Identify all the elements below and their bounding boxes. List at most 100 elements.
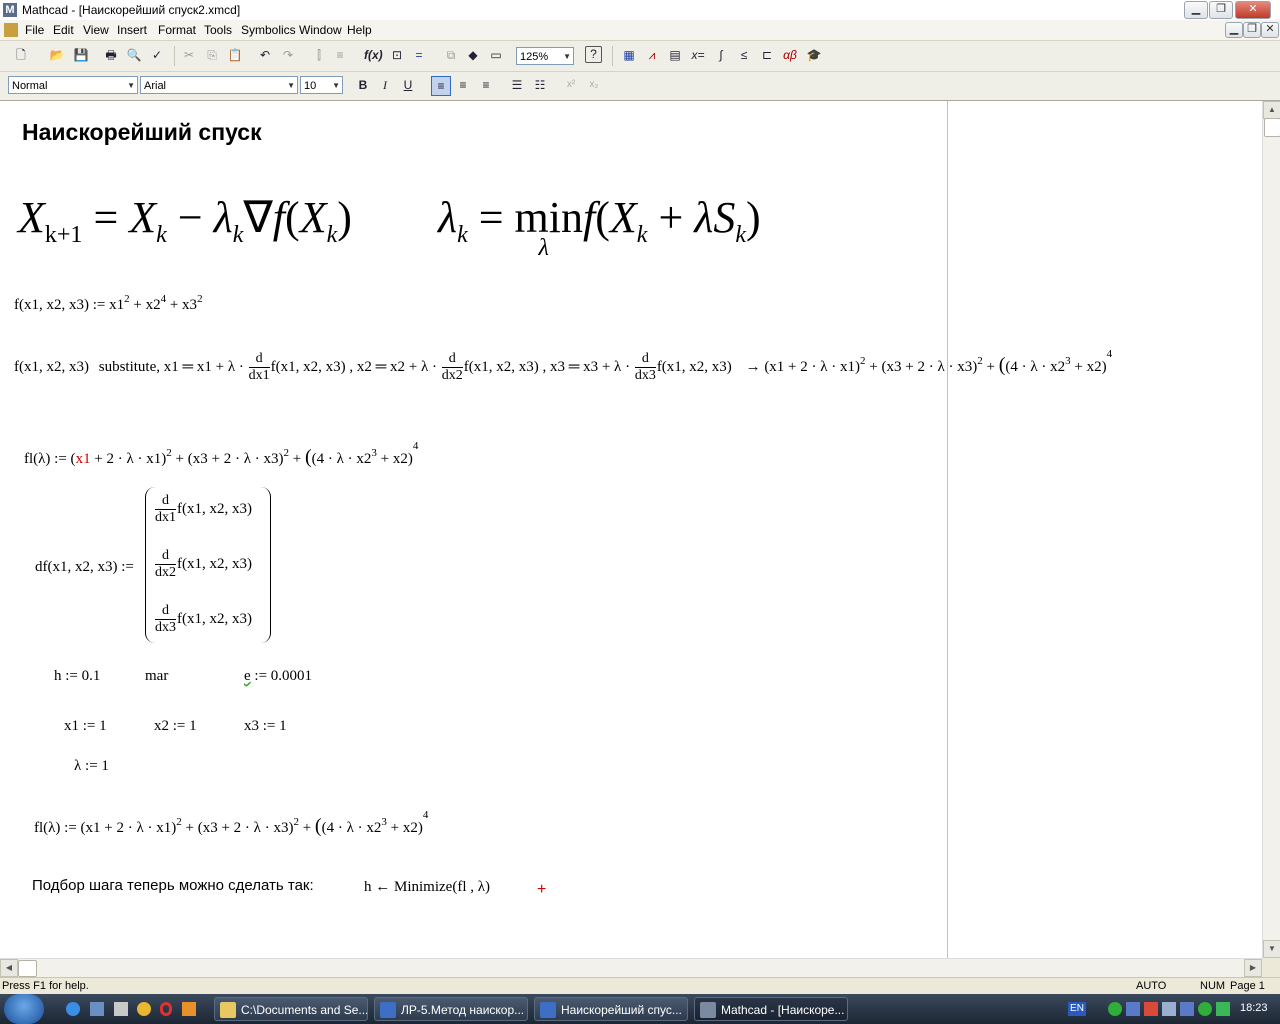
calculator-toolbar-icon[interactable]: ▦	[620, 46, 638, 64]
taskbar-item-mathcad[interactable]: Mathcad - [Наискоре...	[694, 997, 848, 1021]
symbolic-toolbar-icon[interactable]: 🎓	[805, 46, 823, 64]
new-document-icon[interactable]: 🗋	[12, 46, 30, 64]
nvidia-icon[interactable]	[1216, 1002, 1230, 1016]
insert-region-icon[interactable]: ▭	[487, 46, 505, 64]
x1-definition[interactable]: x1 := 1	[64, 718, 107, 735]
minimize-window-button[interactable]: ▁	[1184, 1, 1208, 19]
language-indicator[interactable]: EN	[1068, 1002, 1086, 1016]
font-size-select[interactable]: 10 ▼	[300, 76, 343, 94]
mar-region[interactable]: mar	[145, 668, 168, 685]
tray-icon[interactable]	[1108, 1002, 1122, 1016]
menu-format[interactable]: Format	[158, 23, 196, 37]
style-select[interactable]: Normal ▼	[8, 76, 138, 94]
horizontal-scrollbar[interactable]: ◀ ▶	[0, 958, 1262, 977]
subscript-button[interactable]: x₂	[585, 76, 603, 94]
chrome-icon[interactable]	[137, 1002, 151, 1016]
copy-icon[interactable]: ⎘	[203, 46, 221, 64]
help-icon[interactable]: ?	[585, 46, 602, 63]
open-icon[interactable]: 📂	[48, 46, 66, 64]
taskbar-item-word-1[interactable]: ЛР-5.Метод наискор...	[374, 997, 528, 1021]
h-definition[interactable]: h := 0.1	[54, 668, 100, 685]
start-button[interactable]	[4, 994, 44, 1024]
substitute-expression[interactable]: f(x1, x2, x3) substitute, x1 ═ x1 + λ · …	[14, 348, 1112, 384]
align-left-button[interactable]: ≡	[431, 76, 451, 96]
tray-icon[interactable]	[1198, 1002, 1212, 1016]
menu-view[interactable]: View	[83, 23, 109, 37]
iteration-formula[interactable]: Xk+1 = Xk − λk∇f(Xk)	[18, 191, 352, 262]
underline-button[interactable]: U	[399, 76, 417, 94]
network-icon[interactable]	[1126, 1002, 1140, 1016]
bullet-list-button[interactable]: ☰	[508, 76, 526, 94]
programming-toolbar-icon[interactable]: ⊏	[758, 46, 776, 64]
lambda-definition[interactable]: λ := 1	[74, 758, 109, 775]
bluetooth-icon[interactable]	[1180, 1002, 1194, 1016]
menu-edit[interactable]: Edit	[53, 23, 74, 37]
cut-icon[interactable]: ✂	[180, 46, 198, 64]
close-window-button[interactable]: ✕	[1235, 1, 1271, 19]
redo-icon[interactable]: ↷	[279, 46, 297, 64]
scroll-thumb[interactable]	[1264, 118, 1280, 137]
calculus-toolbar-icon[interactable]: ∫	[712, 46, 730, 64]
line-search-formula[interactable]: λk = min λ f(Xk + λSk)	[438, 191, 761, 262]
align-center-button[interactable]: ≡	[454, 76, 472, 94]
menu-insert[interactable]: Insert	[117, 23, 147, 37]
spell-check-icon[interactable]: ✓	[148, 46, 166, 64]
x2-definition[interactable]: x2 := 1	[154, 718, 197, 735]
mail-icon[interactable]	[114, 1002, 128, 1016]
volume-icon[interactable]	[1162, 1002, 1176, 1016]
tray-icon[interactable]	[1144, 1002, 1158, 1016]
taskbar-item-word-2[interactable]: Наискорейший спус...	[534, 997, 688, 1021]
opera-icon[interactable]	[160, 1002, 172, 1016]
menu-help[interactable]: Help	[347, 23, 372, 37]
hscroll-thumb[interactable]	[18, 960, 37, 977]
align-down-icon[interactable]: ≡	[331, 46, 349, 64]
ie-icon[interactable]	[66, 1002, 80, 1016]
scroll-up-button[interactable]: ▲	[1263, 101, 1280, 119]
mathcad-app-icon[interactable]: M	[3, 3, 17, 17]
scroll-down-button[interactable]: ▼	[1263, 940, 1280, 958]
doc-restore-button[interactable]: ❐	[1243, 22, 1261, 38]
fl-definition[interactable]: fl(λ) := (x1 + 2 · λ · x1)2 + (x3 + 2 · …	[24, 440, 418, 469]
calculate-icon[interactable]: =	[410, 46, 428, 64]
maximize-window-button[interactable]: ❐	[1209, 1, 1233, 19]
paste-icon[interactable]: 📋	[226, 46, 244, 64]
font-select[interactable]: Arial ▼	[140, 76, 298, 94]
fl-definition-2[interactable]: fl(λ) := (x1 + 2 · λ · x1)2 + (x3 + 2 · …	[34, 809, 428, 838]
evaluation-toolbar-icon[interactable]: x=	[689, 46, 707, 64]
zoom-select[interactable]: 125% ▼	[516, 47, 574, 65]
insert-component-icon[interactable]: ⧉	[442, 46, 460, 64]
menu-tools[interactable]: Tools	[204, 23, 232, 37]
minimize-expression[interactable]: h ← Minimize(fl , λ)	[364, 879, 490, 896]
app-icon[interactable]	[182, 1002, 196, 1016]
epsilon-definition[interactable]: e := 0.0001	[244, 668, 312, 685]
doc-minimize-button[interactable]: ▁	[1225, 22, 1243, 38]
matrix-toolbar-icon[interactable]: ▤	[666, 46, 684, 64]
print-icon[interactable]: 🖶	[102, 46, 120, 64]
greek-toolbar-icon[interactable]: αβ	[781, 46, 799, 64]
graph-toolbar-icon[interactable]: ⩘	[643, 46, 661, 64]
print-preview-icon[interactable]: 🔍	[125, 46, 143, 64]
scroll-left-button[interactable]: ◀	[0, 959, 18, 977]
bold-button[interactable]: B	[354, 76, 372, 94]
clock[interactable]: 18:23	[1240, 1002, 1268, 1014]
insert-unit-icon[interactable]: ⊡	[388, 46, 406, 64]
scroll-right-button[interactable]: ▶	[1244, 959, 1262, 977]
worksheet[interactable]: Наискорейший спуск Xk+1 = Xk − λk∇f(Xk) …	[0, 101, 1262, 958]
insert-function-icon[interactable]: f(x)	[364, 46, 383, 64]
superscript-button[interactable]: x²	[562, 76, 580, 94]
menu-symbolics[interactable]: Symbolics	[241, 23, 296, 37]
menu-window[interactable]: Window	[299, 23, 342, 37]
numbered-list-button[interactable]: ☷	[531, 76, 549, 94]
x3-definition[interactable]: x3 := 1	[244, 718, 287, 735]
vertical-scrollbar[interactable]: ▲ ▼	[1262, 101, 1280, 958]
taskbar-item-explorer[interactable]: C:\Documents and Se...	[214, 997, 368, 1021]
function-definition[interactable]: f(x1, x2, x3) := x12 + x24 + x32	[14, 293, 203, 314]
show-desktop-icon[interactable]	[90, 1002, 104, 1016]
gradient-definition-label[interactable]: df(x1, x2, x3) :=	[35, 559, 134, 576]
align-across-icon[interactable]: ⫿	[310, 46, 328, 64]
text-region[interactable]: Подбор шага теперь можно сделать так:	[32, 877, 314, 894]
menu-file[interactable]: File	[25, 23, 44, 37]
undo-icon[interactable]: ↶	[256, 46, 274, 64]
doc-close-button[interactable]: ✕	[1261, 22, 1279, 38]
page-title[interactable]: Наискорейший спуск	[22, 119, 262, 146]
